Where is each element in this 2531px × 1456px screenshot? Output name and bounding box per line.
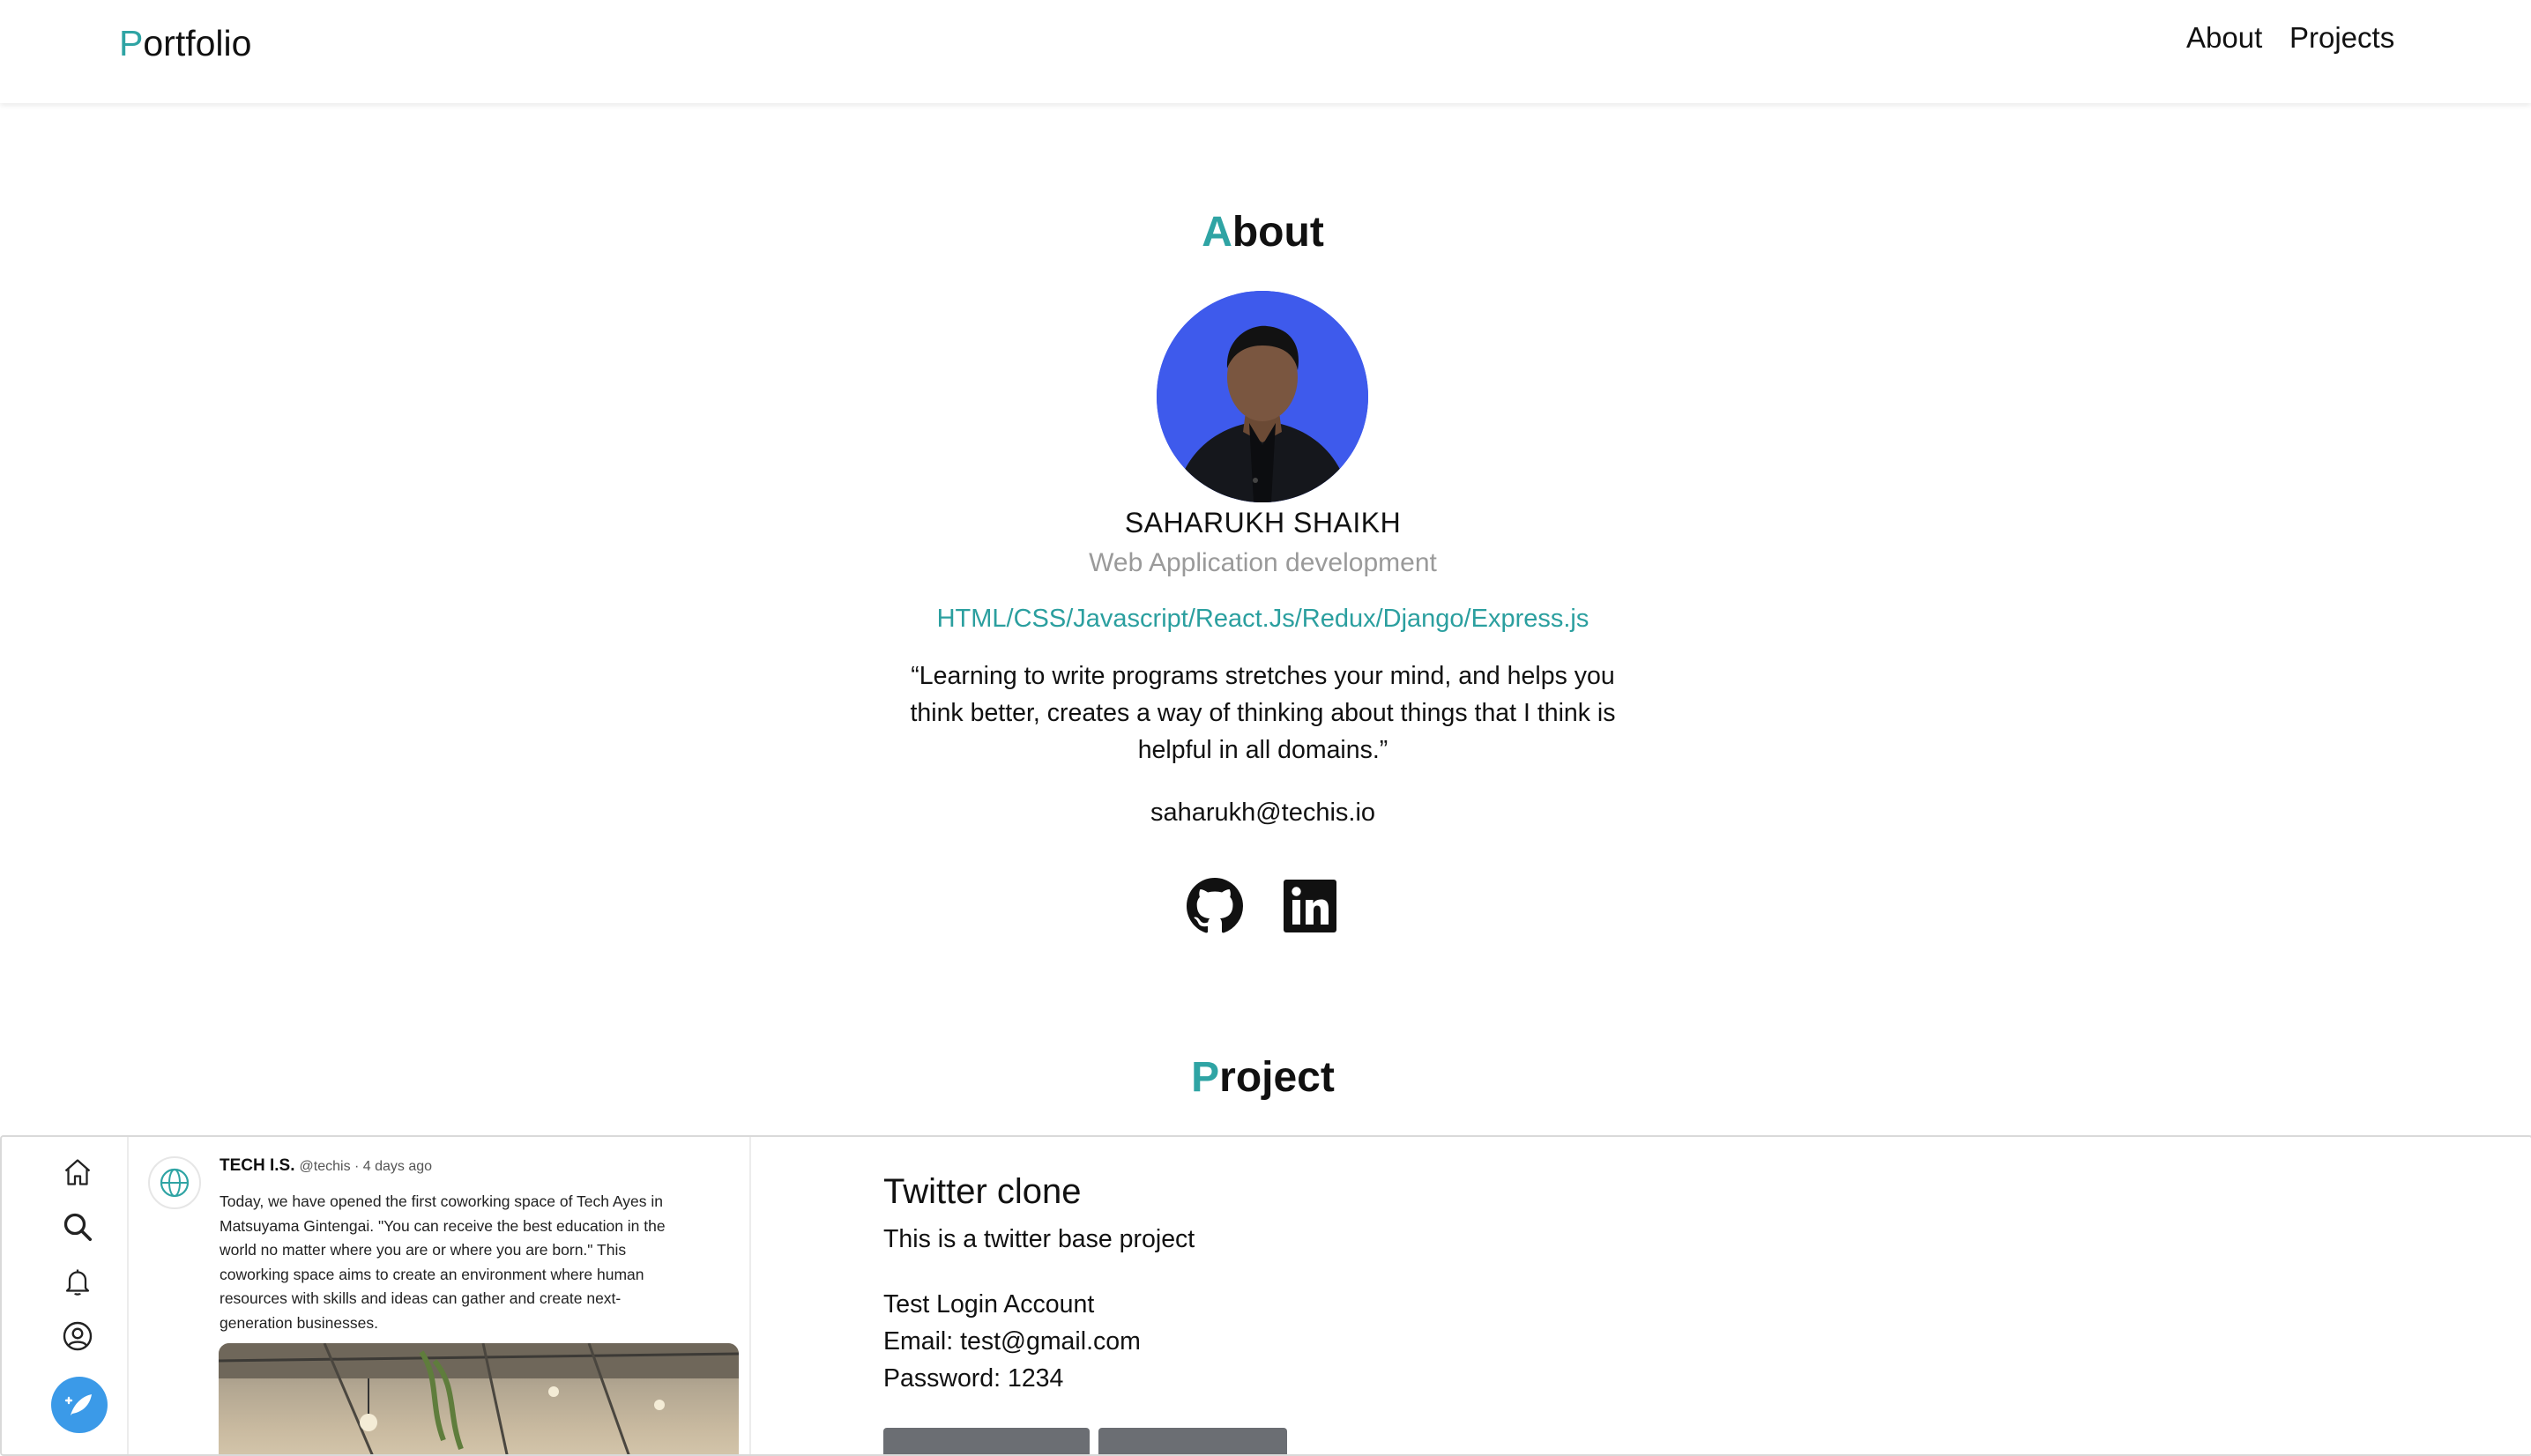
about-section-title: About xyxy=(0,208,2526,256)
project-section-title: Project xyxy=(0,1053,2526,1102)
quote-line: think better, creates a way of thinking … xyxy=(910,699,1616,727)
profile-photo xyxy=(1157,291,1368,502)
project-screenshot[interactable]: TECH I.S. @techis · 4 days ago Today, we… xyxy=(2,1137,751,1454)
home-icon xyxy=(64,1159,91,1185)
tweet-text-line: Today, we have opened the first coworkin… xyxy=(220,1192,663,1210)
tweet-image xyxy=(219,1343,739,1454)
project-button-secondary[interactable] xyxy=(1098,1428,1287,1454)
login-password: Password: 1234 xyxy=(883,1364,1064,1393)
tweet-text-line: world no matter where you are or where y… xyxy=(220,1241,627,1259)
login-email: Email: test@gmail.com xyxy=(883,1327,1141,1356)
project-description: This is a twitter base project xyxy=(883,1225,1195,1253)
project-button-primary[interactable] xyxy=(883,1428,1090,1454)
user-icon xyxy=(63,1321,93,1351)
quote-line: “Learning to write programs stretches yo… xyxy=(911,662,1615,690)
project-title-rest: roject xyxy=(1219,1054,1335,1101)
navbar: Portfolio About Projects xyxy=(0,0,2531,103)
github-icon[interactable] xyxy=(1187,878,1243,934)
project-card: TECH I.S. @techis · 4 days ago Today, we… xyxy=(0,1135,2531,1456)
search-icon xyxy=(63,1213,93,1242)
brand-rest: ortfolio xyxy=(143,23,252,63)
tweet-text-line: resources with skills and ideas can gath… xyxy=(220,1289,622,1307)
nav-link-projects[interactable]: Projects xyxy=(2289,21,2394,55)
nav-link-about[interactable]: About xyxy=(2186,21,2262,55)
tweet-text-line: coworking space aims to create an enviro… xyxy=(220,1265,644,1283)
profile-avatar xyxy=(1157,291,1368,502)
tweet-avatar xyxy=(148,1156,201,1209)
tweet-header: TECH I.S. @techis · 4 days ago xyxy=(220,1156,432,1176)
tweet-author: TECH I.S. xyxy=(220,1156,295,1175)
project-name: Twitter clone xyxy=(883,1172,1082,1211)
profile-skills: HTML/CSS/Javascript/React.Js/Redux/Djang… xyxy=(936,605,1589,633)
profile-quote: “Learning to write programs stretches yo… xyxy=(882,657,1644,769)
bell-icon xyxy=(65,1269,90,1296)
tweet-text-line: generation businesses. xyxy=(220,1313,378,1332)
tweet-meta: @techis · 4 days ago xyxy=(299,1159,433,1174)
profile-role: Web Application development xyxy=(1089,548,1437,577)
project-title-initial: P xyxy=(1191,1054,1220,1101)
brand-initial: P xyxy=(119,23,144,63)
tweet-text: Today, we have opened the first coworkin… xyxy=(220,1190,731,1335)
login-heading: Test Login Account xyxy=(883,1290,1095,1319)
brand-logo[interactable]: Portfolio xyxy=(119,23,251,64)
about-title-rest: bout xyxy=(1232,209,1324,256)
linkedin-icon[interactable] xyxy=(1282,878,1338,934)
tweet-text-line: Matsuyama Gintengai. "You can receive th… xyxy=(220,1216,666,1235)
profile-name: SAHARUKH SHAIKH xyxy=(1124,507,1402,539)
profile-email[interactable]: saharukh@techis.io xyxy=(0,799,2526,828)
quote-line: helpful in all domains.” xyxy=(1137,736,1388,764)
twitter-sidebar xyxy=(2,1137,129,1454)
about-title-initial: A xyxy=(1202,209,1232,256)
compose-icon xyxy=(51,1377,108,1433)
